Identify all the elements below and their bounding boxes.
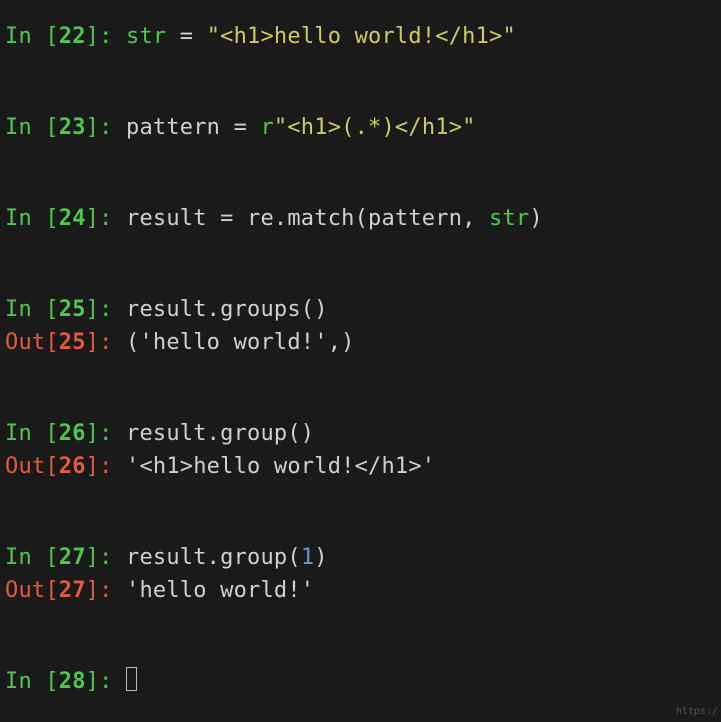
ipython-cell: In [23]: pattern = r"<h1>(.*)</h1>" xyxy=(5,111,721,144)
ipython-cell: In [24]: result = re.match(pattern, str) xyxy=(5,202,721,235)
code-token: result.group( xyxy=(126,545,301,570)
input-line: In [25]: result.groups() xyxy=(5,293,721,326)
in-prompt-suffix: ]: xyxy=(86,115,126,140)
output-value: 'hello world!' xyxy=(126,578,314,603)
input-line: In [24]: result = re.match(pattern, str) xyxy=(5,202,721,235)
in-prompt-prefix: In [ xyxy=(5,297,59,322)
in-prompt-prefix: In [ xyxy=(5,669,59,694)
out-prompt-suffix: ]: xyxy=(86,330,126,355)
code-token: result = re.match(pattern, xyxy=(126,206,489,231)
in-prompt-number: 24 xyxy=(59,206,86,231)
ipython-cell: In [26]: result.group()Out[26]: '<h1>hel… xyxy=(5,417,721,483)
watermark: https:/ xyxy=(676,704,718,719)
ipython-cell: In [27]: result.group(1)Out[27]: 'hello … xyxy=(5,541,721,607)
in-prompt-suffix: ]: xyxy=(86,545,126,570)
in-prompt-number: 27 xyxy=(59,545,86,570)
cursor[interactable] xyxy=(126,667,137,691)
in-prompt-prefix: In [ xyxy=(5,115,59,140)
out-prompt-prefix: Out[ xyxy=(5,454,59,479)
code-token: = xyxy=(166,24,206,49)
out-prompt-prefix: Out[ xyxy=(5,578,59,603)
code-token: "<h1>(.*)</h1>" xyxy=(274,115,476,140)
ipython-cell: In [22]: str = "<h1>hello world!</h1>" xyxy=(5,20,721,53)
in-prompt-prefix: In [ xyxy=(5,421,59,446)
output-value: ('hello world!',) xyxy=(126,330,355,355)
code-token: ) xyxy=(529,206,542,231)
output-line: Out[26]: '<h1>hello world!</h1>' xyxy=(5,450,721,483)
ipython-cell: In [25]: result.groups()Out[25]: ('hello… xyxy=(5,293,721,359)
out-prompt-number: 25 xyxy=(59,330,86,355)
output-line: Out[27]: 'hello world!' xyxy=(5,574,721,607)
output-value: '<h1>hello world!</h1>' xyxy=(126,454,435,479)
in-prompt-suffix: ]: xyxy=(86,421,126,446)
out-prompt-number: 27 xyxy=(59,578,86,603)
input-line: In [26]: result.group() xyxy=(5,417,721,450)
code-token: pattern = xyxy=(126,115,260,140)
in-prompt-number: 28 xyxy=(59,669,86,694)
in-prompt-suffix: ]: xyxy=(86,297,126,322)
code-token: 1 xyxy=(301,545,314,570)
output-line: Out[25]: ('hello world!',) xyxy=(5,326,721,359)
input-line: In [23]: pattern = r"<h1>(.*)</h1>" xyxy=(5,111,721,144)
in-prompt-number: 22 xyxy=(59,24,86,49)
ipython-cell: In [28]: xyxy=(5,665,721,698)
out-prompt-prefix: Out[ xyxy=(5,330,59,355)
in-prompt-suffix: ]: xyxy=(86,206,126,231)
in-prompt-number: 23 xyxy=(59,115,86,140)
ipython-terminal[interactable]: In [22]: str = "<h1>hello world!</h1>"In… xyxy=(0,0,721,698)
code-token: result.groups() xyxy=(126,297,328,322)
code-token: result.group() xyxy=(126,421,314,446)
code-token: ) xyxy=(314,545,327,570)
in-prompt-suffix: ]: xyxy=(86,669,126,694)
in-prompt-number: 25 xyxy=(59,297,86,322)
input-line[interactable]: In [28]: xyxy=(5,665,721,698)
in-prompt-prefix: In [ xyxy=(5,206,59,231)
code-token: r xyxy=(260,115,273,140)
out-prompt-suffix: ]: xyxy=(86,454,126,479)
code-token: str xyxy=(126,24,166,49)
input-line: In [22]: str = "<h1>hello world!</h1>" xyxy=(5,20,721,53)
in-prompt-number: 26 xyxy=(59,421,86,446)
in-prompt-prefix: In [ xyxy=(5,24,59,49)
out-prompt-number: 26 xyxy=(59,454,86,479)
code-token: str xyxy=(489,206,529,231)
input-line: In [27]: result.group(1) xyxy=(5,541,721,574)
out-prompt-suffix: ]: xyxy=(86,578,126,603)
code-token: "<h1>hello world!</h1>" xyxy=(207,24,516,49)
in-prompt-prefix: In [ xyxy=(5,545,59,570)
in-prompt-suffix: ]: xyxy=(86,24,126,49)
